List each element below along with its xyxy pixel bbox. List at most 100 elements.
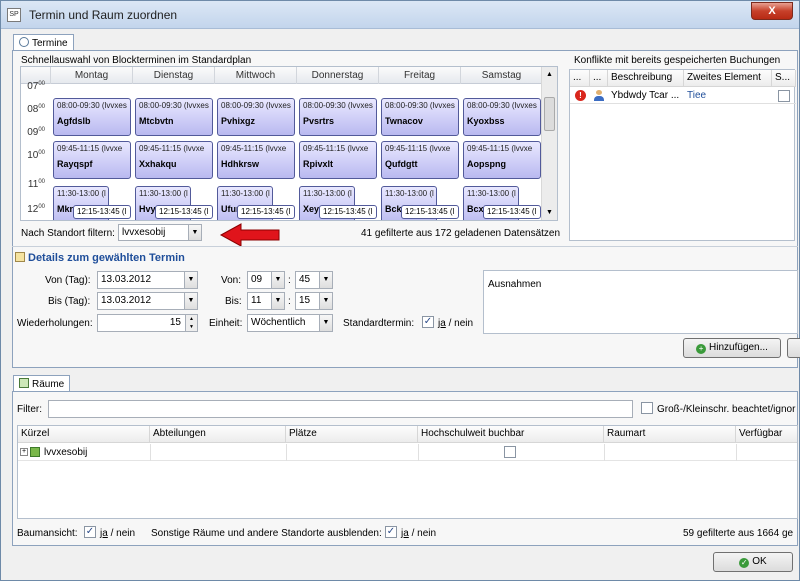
appointment-block[interactable]: 09:45-11:15 (lvvxe Rpivxlt	[299, 141, 377, 179]
einheit-label: Einheit:	[209, 318, 243, 329]
bis-zeit-label: Bis:	[225, 296, 242, 307]
chevron-down-icon[interactable]: ▼	[319, 293, 332, 309]
konflikte-title: Konflikte mit bereits gespeicherten Buch…	[574, 55, 781, 66]
column-header[interactable]: Verfügbar	[736, 426, 797, 443]
appointment-block[interactable]: 09:45-11:15 (lvvxe Hdhkrsw	[217, 141, 295, 179]
chevron-down-icon[interactable]: ▼	[319, 272, 332, 288]
appointment-block[interactable]: 08:00-09:30 (lvvxes Twnacov	[381, 98, 459, 136]
chevron-down-icon[interactable]: ▼	[271, 272, 284, 288]
appointment-block-overlap[interactable]: 12:15-13:45 (l	[237, 205, 295, 219]
hour-label: 1100	[27, 179, 45, 190]
raeume-filter-input[interactable]	[48, 400, 633, 418]
von-tag-field[interactable]: 13.03.2012 ▼	[97, 271, 198, 289]
time-separator: :	[288, 296, 291, 307]
chevron-down-icon[interactable]: ▼	[319, 315, 332, 331]
ok-button[interactable]: ✓ OK	[713, 552, 793, 572]
raeume-grid[interactable]: Kürzel Abteilungen Plätze Hochschulweit …	[17, 425, 798, 519]
bis-stunde-select[interactable]: 11 ▼	[247, 292, 285, 310]
wiederholungen-stepper[interactable]: 15 ▲ ▼	[97, 314, 198, 332]
appointment-block[interactable]: 09:45-11:15 (lvvxe Qufdgtt	[381, 141, 459, 179]
column-header[interactable]: Kürzel	[18, 426, 150, 443]
expand-icon[interactable]: +	[20, 448, 28, 456]
table-row[interactable]: + lvvxesobij	[18, 444, 797, 461]
appointment-block[interactable]: 08:00-09:30 (lvvxes Kyoxbss	[463, 98, 541, 136]
check-icon: ✓	[739, 558, 750, 568]
ausnahmen-list[interactable]: Ausnahmen	[483, 270, 798, 334]
sonstige-label: Sonstige Räume und andere Standorte ausb…	[151, 528, 382, 539]
baumansicht-checkbox[interactable]: ✓	[84, 526, 96, 538]
table-row[interactable]: ! Ybdwdy Tcar ... Tiee	[570, 88, 796, 104]
scroll-up-icon[interactable]: ▲	[546, 71, 553, 78]
details-title: Details zum gewählten Termin	[15, 252, 185, 264]
title-bar[interactable]: SP Termin und Raum zuordnen X	[1, 1, 799, 29]
chevron-down-icon[interactable]: ▼	[188, 225, 201, 240]
spinner-icon[interactable]: ▲ ▼	[185, 315, 197, 331]
appointment-block-overlap[interactable]: 12:15-13:45 (l	[483, 205, 541, 219]
einheit-select[interactable]: Wöchentlich ▼	[247, 314, 333, 332]
column-header[interactable]: Beschreibung	[608, 70, 684, 87]
red-arrow-icon	[219, 223, 280, 247]
appointment-block-overlap[interactable]: 12:15-13:45 (l	[155, 205, 213, 219]
column-header[interactable]: Zweites Element	[684, 70, 772, 87]
ja-nein-label: ja / nein	[438, 318, 474, 329]
von-stunde-select[interactable]: 09 ▼	[247, 271, 285, 289]
appointment-block[interactable]: 09:45-11:15 (lvvxe Xxhakqu	[135, 141, 213, 179]
gross-klein-checkbox[interactable]	[641, 402, 653, 414]
hour-label: 1200	[27, 204, 45, 215]
chevron-down-icon[interactable]: ▼	[184, 293, 197, 309]
day-header: Samstag	[461, 67, 543, 84]
bis-minute-select[interactable]: 15 ▼	[295, 292, 333, 310]
tab-raeume-label: Räume	[32, 379, 65, 390]
calendar-header: Montag Dienstag Mittwoch Donnerstag Frei…	[21, 67, 543, 84]
column-header[interactable]: ...	[570, 70, 590, 87]
more-button[interactable]	[787, 338, 800, 358]
scroll-thumb[interactable]	[544, 97, 555, 131]
user-icon	[594, 90, 604, 101]
von-minute-select[interactable]: 45 ▼	[295, 271, 333, 289]
close-button[interactable]: X	[751, 2, 793, 20]
tree-room-icon	[30, 447, 40, 457]
column-header[interactable]: S...	[772, 70, 796, 87]
appointment-block-overlap[interactable]: 12:15-13:45 (l	[319, 205, 377, 219]
sonstige-checkbox[interactable]: ✓	[385, 526, 397, 538]
raeume-filter-label: Filter:	[17, 404, 42, 415]
column-header[interactable]: Raumart	[604, 426, 736, 443]
standort-filter-select[interactable]: lvvxesobij ▼	[118, 224, 202, 241]
konflikte-grid[interactable]: ... ... Beschreibung Zweites Element S..…	[569, 69, 796, 241]
column-header[interactable]: Abteilungen	[150, 426, 286, 443]
von-tag-label: Von (Tag):	[45, 275, 91, 286]
appointment-block-overlap[interactable]: 12:15-13:45 (l	[73, 205, 131, 219]
konflikt-zweites-element-link[interactable]: Tiee	[687, 90, 706, 101]
appointment-block[interactable]: 08:00-09:30 (lvvxes Pvsrtrs	[299, 98, 377, 136]
room-kuerzel: lvvxesobij	[44, 447, 88, 458]
ja-nein-label: ja / nein	[401, 528, 437, 539]
block-calendar[interactable]: Montag Dienstag Mittwoch Donnerstag Frei…	[20, 66, 558, 221]
calendar-count-text: 41 gefilterte aus 172 geladenen Datensät…	[361, 228, 561, 239]
appointment-block[interactable]: 08:00-09:30 (lvvxes Agfdslb	[53, 98, 131, 136]
chevron-down-icon[interactable]: ▼	[271, 293, 284, 309]
appointment-block[interactable]: 09:45-11:15 (lvvxe Rayqspf	[53, 141, 131, 179]
day-header: Donnerstag	[297, 67, 379, 84]
day-header: Montag	[51, 67, 133, 84]
hochschulweit-checkbox[interactable]	[504, 446, 516, 458]
appointment-block[interactable]: 08:00-09:30 (lvvxes Mtcbvtn	[135, 98, 213, 136]
scroll-down-icon[interactable]: ▼	[546, 209, 553, 216]
standardtermin-checkbox[interactable]: ✓	[422, 316, 434, 328]
column-header[interactable]: Plätze	[286, 426, 418, 443]
column-header[interactable]: ...	[590, 70, 608, 87]
konflikt-beschreibung: Ybdwdy Tcar ...	[611, 90, 680, 101]
calendar-scrollbar[interactable]: ▲ ▼	[541, 67, 557, 220]
appointment-block-overlap[interactable]: 12:15-13:45 (l	[401, 205, 459, 219]
chevron-down-icon[interactable]: ▼	[184, 272, 197, 288]
tab-termine[interactable]: Termine	[13, 34, 74, 50]
bis-tag-field[interactable]: 13.03.2012 ▼	[97, 292, 198, 310]
konflikt-checkbox[interactable]	[778, 90, 790, 102]
column-header[interactable]: Hochschulweit buchbar	[418, 426, 604, 443]
hour-label: 1000	[27, 150, 45, 161]
appointment-block[interactable]: 08:00-09:30 (lvvxes Pvhixgz	[217, 98, 295, 136]
tab-raeume[interactable]: Räume	[13, 375, 71, 391]
appointment-block[interactable]: 09:45-11:15 (lvvxe Aopspng	[463, 141, 541, 179]
hinzufuegen-button[interactable]: + Hinzufügen...	[683, 338, 781, 358]
error-icon: !	[575, 90, 586, 101]
day-header: Freitag	[379, 67, 461, 84]
